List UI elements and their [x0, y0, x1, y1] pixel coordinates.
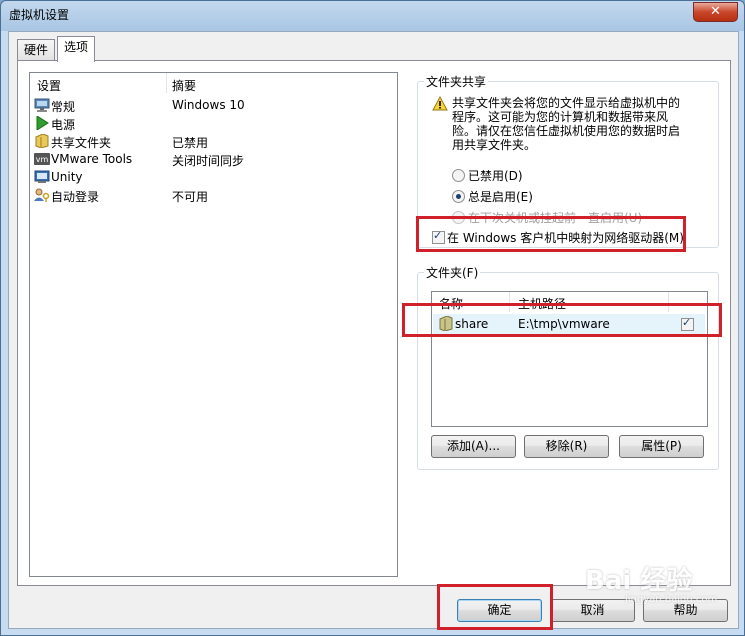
user-key-icon: [34, 188, 50, 202]
settings-item-shared-folders[interactable]: 共享文件夹 已禁用: [30, 133, 397, 151]
folders-group: 文件夹(F) 名称 主机路径 share E:\tmp\vmware ✓ 添加(…: [417, 264, 719, 470]
radio-circle[interactable]: [452, 190, 465, 203]
settings-item-label: 电源: [51, 118, 76, 132]
folders-title: 文件夹(F): [424, 264, 481, 281]
warning-icon: [432, 96, 448, 111]
highlight-folder-row: [402, 303, 722, 337]
radio-circle[interactable]: [452, 169, 465, 182]
settings-item-general[interactable]: 常规 Windows 10: [30, 97, 397, 115]
properties-button[interactable]: 属性(P): [619, 435, 704, 458]
title-bar[interactable]: 虚拟机设置 ✕: [1, 1, 744, 27]
add-folder-button[interactable]: 添加(A)...: [431, 435, 516, 458]
highlight-map-drive: [416, 216, 686, 252]
column-header-summary[interactable]: 摘要: [172, 77, 196, 94]
shared-folder-icon: [35, 134, 49, 148]
settings-list-header: 设置 摘要: [30, 73, 397, 93]
settings-item-label: 共享文件夹: [51, 136, 112, 150]
column-divider[interactable]: [166, 73, 167, 93]
remove-folder-button[interactable]: 移除(R): [524, 435, 609, 458]
tab-options[interactable]: 选项: [57, 36, 96, 62]
settings-item-label: VMware Tools: [51, 152, 133, 166]
highlight-ok-button: [437, 584, 553, 630]
settings-item-summary: 不可用: [172, 190, 209, 204]
column-header-setting[interactable]: 设置: [37, 77, 61, 94]
settings-list[interactable]: 设置 摘要 常规 Windows 10 电源 共享文件夹 已禁用 vm VMwa…: [29, 72, 398, 577]
watermark-sub: jingyan.baidu.com: [625, 594, 718, 605]
vmware-tools-icon: vm: [34, 153, 50, 165]
settings-item-label: 常规: [51, 100, 76, 114]
settings-item-summary: Windows 10: [172, 98, 245, 112]
settings-item-vmware-tools[interactable]: vm VMware Tools 关闭时间同步: [30, 151, 397, 169]
window-title: 虚拟机设置: [9, 8, 70, 22]
settings-item-summary: 关闭时间同步: [172, 154, 245, 168]
folder-sharing-title: 文件夹共享: [424, 73, 489, 90]
settings-item-label: Unity: [51, 170, 83, 184]
settings-item-power[interactable]: 电源: [30, 115, 397, 133]
radio-label[interactable]: 已禁用(D): [468, 167, 523, 184]
baidu-watermark: Bai 经验 jingyan.baidu.com: [585, 560, 735, 610]
unity-icon: [34, 170, 50, 183]
warning-text: 共享文件夹会将您的文件显示给虚拟机中的程序。这可能为您的计算机和数据带来风险。请…: [452, 96, 681, 152]
settings-item-summary: 已禁用: [172, 136, 209, 150]
monitor-icon: [34, 98, 50, 112]
tab-hardware[interactable]: 硬件: [17, 39, 56, 61]
settings-item-label: 自动登录: [51, 190, 100, 204]
settings-item-autologin[interactable]: 自动登录 不可用: [30, 187, 397, 205]
settings-item-unity[interactable]: Unity: [30, 169, 397, 187]
watermark-text: Bai 经验: [585, 566, 693, 596]
close-button[interactable]: ✕: [693, 2, 738, 22]
play-icon: [36, 116, 49, 130]
svg-text:vm: vm: [36, 155, 49, 164]
radio-label[interactable]: 总是启用(E): [468, 188, 533, 205]
